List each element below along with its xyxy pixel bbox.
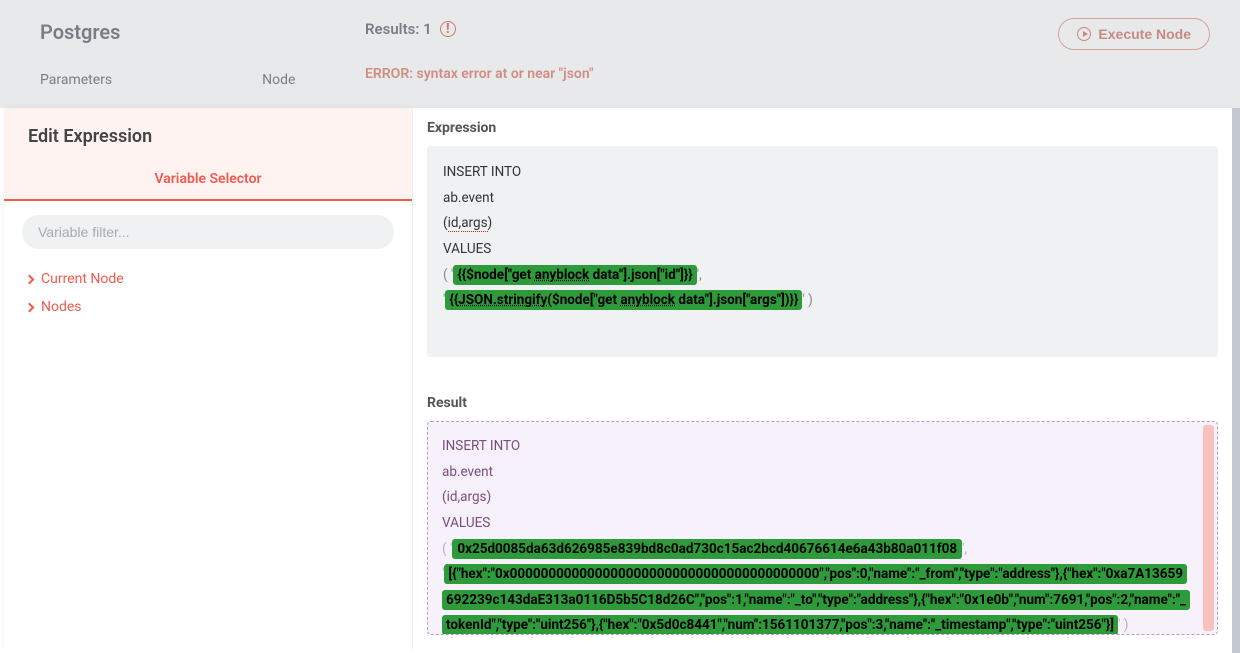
expression-editor[interactable]: INSERT INTO ab.event (id,args) VALUES ( …	[427, 146, 1218, 357]
variable-filter-input[interactable]	[22, 215, 394, 249]
result-line-3: (id,args)	[442, 485, 1187, 511]
edit-expression-title: Edit Expression	[28, 126, 388, 147]
chevron-right-icon	[25, 274, 35, 284]
result-line-6: '[{"hex":"0x0000000000000000000000000000…	[442, 562, 1187, 635]
tree-item-current-node[interactable]: Current Node	[26, 265, 390, 293]
execute-node-label: Execute Node	[1098, 26, 1191, 42]
expr-line-2: ab.event	[443, 186, 1202, 212]
expression-token-args: {{JSON.stringify($node["get anyblock dat…	[445, 290, 802, 310]
page-scrollbar[interactable]	[1232, 108, 1240, 653]
result-token-hash: 0x25d0085da63d626985e839bd8c0ad730c15ac2…	[452, 539, 962, 559]
result-section-label: Result	[427, 383, 1218, 421]
expr-line-6: '{{JSON.stringify($node["get anyblock da…	[443, 288, 1202, 314]
modal-left-panel: Edit Expression Variable Selector Curren…	[4, 108, 413, 649]
result-scrollbar[interactable]	[1203, 425, 1214, 631]
bg-left-panel: Postgres Parameters Node	[0, 0, 365, 108]
tab-parameters[interactable]: Parameters	[40, 72, 112, 88]
edit-header: Edit Expression	[4, 108, 412, 161]
result-line-1: INSERT INTO	[442, 434, 1187, 460]
error-message: ERROR: syntax error at or near "json"	[365, 66, 1210, 82]
warning-icon: !	[440, 21, 456, 37]
result-line-5: ( '0x25d0085da63d626985e839bd8c0ad730c15…	[442, 537, 1187, 563]
results-count: Results: 1	[365, 20, 432, 38]
expr-line-5: ( '{{$node["get anyblock data"].json["id…	[443, 263, 1202, 289]
variable-tree: Current Node Nodes	[4, 259, 412, 327]
play-icon	[1077, 27, 1091, 41]
result-token-json: [{"hex":"0x00000000000000000000000000000…	[442, 564, 1190, 635]
modal-right-panel: Expression INSERT INTO ab.event (id,args…	[413, 108, 1232, 649]
expr-line-1: INSERT INTO	[443, 160, 1202, 186]
background-header: Postgres Parameters Node Results: 1 ! ER…	[0, 0, 1240, 108]
expression-section-label: Expression	[427, 108, 1218, 146]
expr-line-4: VALUES	[443, 237, 1202, 263]
bg-right-panel: Results: 1 ! ERROR: syntax error at or n…	[365, 0, 1240, 108]
tree-item-nodes[interactable]: Nodes	[26, 293, 390, 321]
result-line-4: VALUES	[442, 511, 1187, 537]
chevron-right-icon	[25, 302, 35, 312]
node-title: Postgres	[40, 20, 325, 44]
tree-label-current-node: Current Node	[41, 271, 124, 287]
expression-token-id: {{$node["get anyblock data"].json["id"]}…	[453, 265, 696, 285]
tab-node[interactable]: Node	[262, 72, 295, 88]
execute-node-button[interactable]: Execute Node	[1058, 18, 1210, 50]
tree-label-nodes: Nodes	[41, 299, 82, 315]
variable-selector-tab[interactable]: Variable Selector	[4, 161, 412, 201]
expr-line-3: (id,args)	[443, 211, 1202, 237]
result-box[interactable]: INSERT INTO ab.event (id,args) VALUES ( …	[427, 421, 1218, 635]
edit-expression-modal: Edit Expression Variable Selector Curren…	[4, 108, 1232, 649]
result-line-2: ab.event	[442, 460, 1187, 486]
